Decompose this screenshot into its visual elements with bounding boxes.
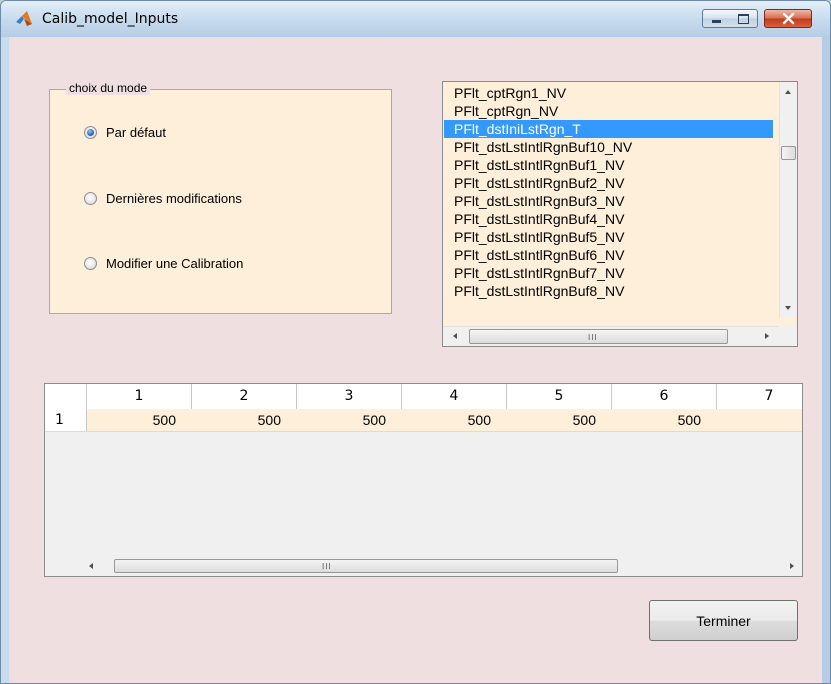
listbox-horizontal-scroll-thumb[interactable]: III [469,329,728,344]
table-row: 1 500 500 500 500 500 500 5 [45,409,802,432]
mode-group-title: choix du mode [66,81,151,95]
list-item[interactable]: PFlt_dstLstIntlRgnBuf5_NV [444,228,773,246]
scroll-grip: III [322,562,332,571]
radio-button[interactable] [84,192,97,205]
table-cell[interactable]: 500 [402,409,507,431]
radio-modify-calibration[interactable]: Modifier une Calibration [84,256,243,271]
scroll-left-arrow-icon[interactable] [453,333,457,339]
list-item[interactable]: PFlt_dstLstIntlRgnBuf3_NV [444,192,773,210]
list-item[interactable]: PFlt_dstLstIntlRgnBuf6_NV [444,246,773,264]
column-header[interactable]: 3 [297,384,402,409]
list-item[interactable]: PFlt_cptRgn_NV [444,102,773,120]
radio-default[interactable]: Par défaut [84,125,166,140]
data-table[interactable]: 1 2 3 4 5 6 7 1 500 500 500 500 500 500 … [44,383,803,577]
maximize-button[interactable] [730,9,758,28]
table-horizontal-scrollbar[interactable]: III [45,556,802,576]
app-window: Calib_model_Inputs choix du mode Par déf… [0,0,831,684]
scroll-down-arrow-icon[interactable] [785,306,791,310]
close-button[interactable] [764,9,812,28]
table-cell[interactable]: 5 [717,409,802,431]
radio-button[interactable] [84,126,97,139]
column-header[interactable]: 1 [87,384,192,409]
calibration-listbox[interactable]: PFlt_cptRgn1_NV PFlt_cptRgn_NV PFlt_dstI… [442,81,798,347]
maximize-icon [738,14,749,24]
column-header[interactable]: 5 [507,384,612,409]
list-items: PFlt_cptRgn1_NV PFlt_cptRgn_NV PFlt_dstI… [444,84,773,316]
title-bar[interactable]: Calib_model_Inputs [1,1,830,37]
radio-button[interactable] [84,257,97,270]
client-area: choix du mode Par défaut Dernières modif… [9,37,822,683]
list-item[interactable]: PFlt_dstLstIntlRgnBuf4_NV [444,210,773,228]
table-cell[interactable]: 500 [192,409,297,431]
radio-label: Dernières modifications [106,191,242,206]
table-header: 1 2 3 4 5 6 7 [45,384,802,410]
scroll-right-arrow-icon[interactable] [765,333,769,339]
minimize-button[interactable] [702,9,731,28]
mode-group: choix du mode Par défaut Dernières modif… [49,81,392,314]
scroll-grip: III [588,333,598,342]
terminer-button[interactable]: Terminer [649,600,798,641]
window-title: Calib_model_Inputs [42,11,179,27]
table-cell[interactable]: 500 [507,409,612,431]
table-cell[interactable]: 500 [297,409,402,431]
column-header[interactable]: 4 [402,384,507,409]
row-header[interactable]: 1 [45,409,87,431]
list-item[interactable]: PFlt_dstLstIntlRgnBuf7_NV [444,264,773,282]
radio-last-changes[interactable]: Dernières modifications [84,191,242,206]
column-header[interactable]: 2 [192,384,297,409]
column-header[interactable]: 7 [717,384,802,409]
listbox-horizontal-scrollbar[interactable]: III [443,326,779,346]
table-horizontal-scroll-thumb[interactable]: III [114,559,618,573]
scroll-left-arrow-icon[interactable] [89,563,93,569]
table-cell[interactable]: 500 [612,409,717,431]
list-item[interactable]: PFlt_cptRgn1_NV [444,84,773,102]
list-item-selected[interactable]: PFlt_dstIniLstRgn_T [444,120,773,138]
radio-label: Par défaut [106,125,166,140]
scroll-up-arrow-icon[interactable] [785,90,791,94]
close-icon [782,13,795,25]
table-cell[interactable]: 500 [87,409,192,431]
list-item[interactable]: PFlt_dstLstIntlRgnBuf1_NV [444,156,773,174]
minimize-icon [712,20,721,23]
list-item[interactable]: PFlt_dstLstIntlRgnBuf10_NV [444,138,773,156]
scroll-right-arrow-icon[interactable] [790,563,794,569]
matlab-icon [16,11,32,26]
scrollbar-corner [779,326,797,346]
listbox-vertical-scroll-thumb[interactable] [781,146,796,160]
list-item[interactable]: PFlt_dstLstIntlRgnBuf8_NV [444,282,773,300]
table-corner-cell [45,384,87,409]
list-item[interactable]: PFlt_dstLstIntlRgnBuf2_NV [444,174,773,192]
radio-label: Modifier une Calibration [106,256,244,271]
column-header[interactable]: 6 [612,384,717,409]
listbox-vertical-scrollbar[interactable] [779,82,797,318]
